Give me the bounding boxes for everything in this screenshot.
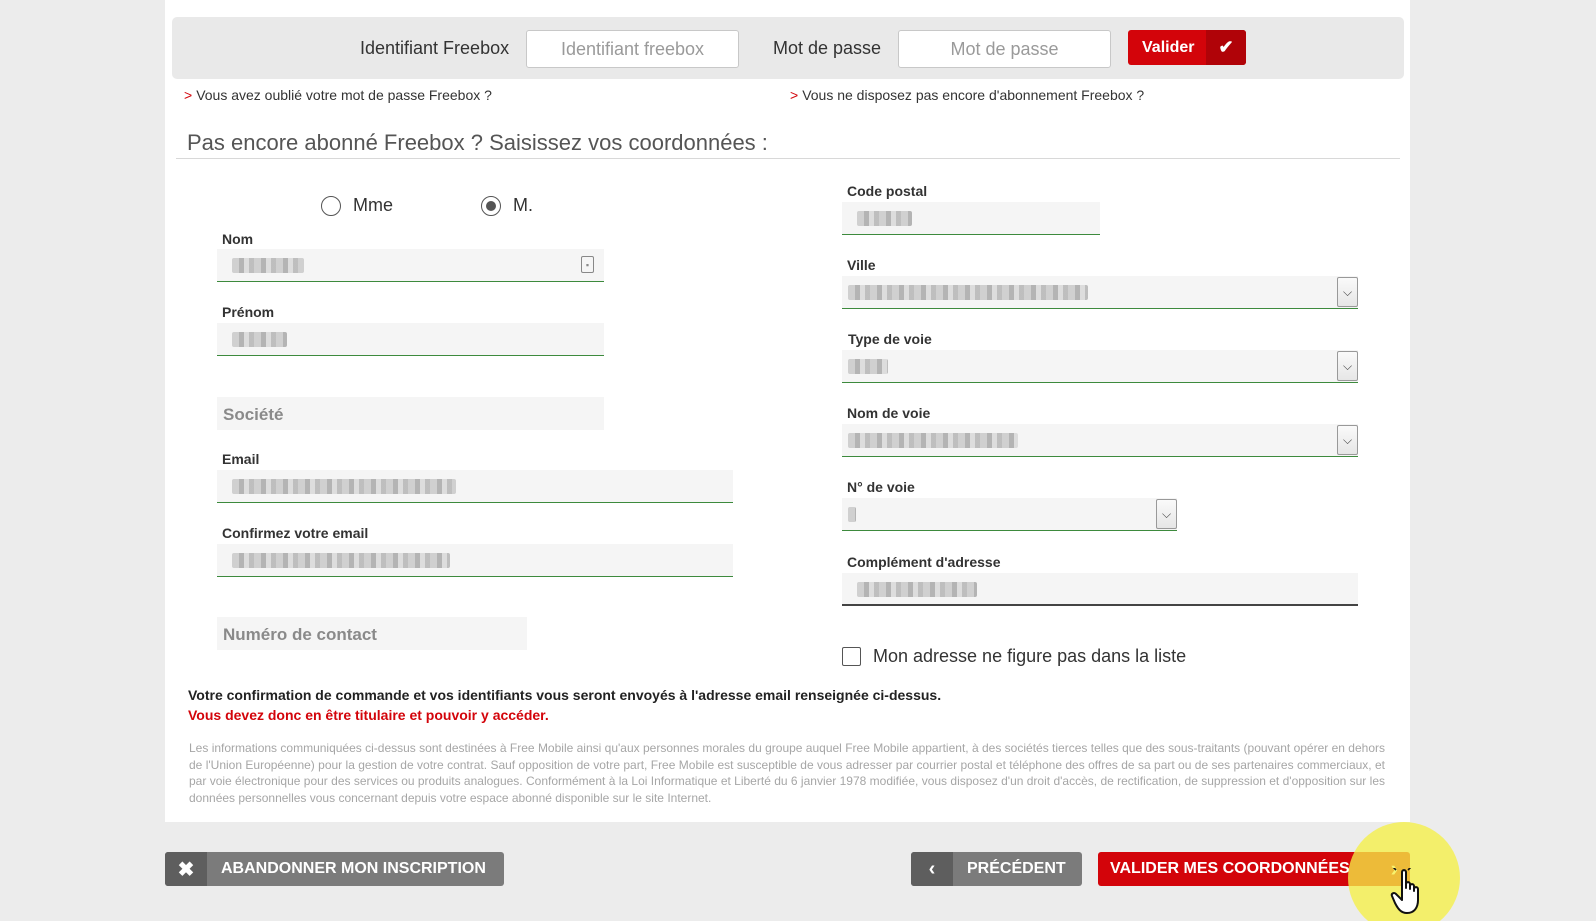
no-subscription-text: Vous ne disposez pas encore d'abonnement… [802, 87, 1145, 103]
redacted-value [848, 507, 856, 522]
num-voie-label: N° de voie [847, 479, 915, 495]
radio-mme[interactable]: Mme [321, 195, 393, 216]
contact-number-input[interactable]: Numéro de contact [217, 617, 527, 650]
section-divider [176, 158, 1400, 159]
redacted-value [232, 258, 304, 273]
type-voie-select[interactable]: ⌵ [842, 350, 1358, 383]
nom-voie-label: Nom de voie [847, 405, 931, 421]
chevron-right-icon: > [184, 87, 193, 103]
validate-coordinates-label: VALIDER MES COORDONNÉES [1110, 860, 1350, 877]
previous-label: PRÉCÉDENT [967, 860, 1066, 877]
radio-unchecked-icon [321, 195, 341, 216]
redacted-value [857, 582, 977, 597]
freebox-id-input[interactable] [526, 30, 739, 68]
nom-input[interactable]: ▪ [217, 249, 604, 282]
redacted-value [848, 285, 1088, 300]
legal-text: Les informations communiquées ci-dessus … [189, 741, 1385, 805]
contact-number-placeholder: Numéro de contact [223, 625, 377, 644]
login-submit-button[interactable]: Valider ✔ [1128, 30, 1246, 65]
redacted-value [848, 359, 888, 374]
contact-card-icon[interactable]: ▪ [581, 256, 594, 273]
redacted-value [232, 553, 450, 568]
checkmark-icon: ✔ [1206, 30, 1246, 65]
chevron-down-icon[interactable]: ⌵ [1337, 351, 1358, 381]
email-warning: Vous devez donc en être titulaire et pou… [188, 707, 549, 723]
redacted-value [848, 433, 1018, 448]
type-voie-label: Type de voie [848, 331, 932, 347]
forgot-password-text: Vous avez oublié votre mot de passe Free… [196, 87, 492, 103]
close-icon: ✖ [165, 852, 207, 886]
chevron-down-icon[interactable]: ⌵ [1337, 277, 1358, 307]
code-postal-label: Code postal [847, 183, 928, 199]
societe-placeholder: Société [223, 405, 284, 424]
checkbox-unchecked-icon [842, 647, 861, 666]
email-notice: Votre confirmation de commande et vos id… [188, 687, 942, 703]
num-voie-select[interactable]: ⌵ [842, 498, 1177, 531]
societe-input[interactable]: Société [217, 397, 604, 430]
confirm-email-input[interactable] [217, 544, 733, 577]
radio-m[interactable]: M. [481, 195, 533, 216]
ville-label: Ville [847, 257, 876, 273]
freebox-id-label: Identifiant Freebox [360, 38, 510, 58]
abandon-button[interactable]: ✖ ABANDONNER MON INSCRIPTION [165, 852, 504, 886]
abandon-label: ABANDONNER MON INSCRIPTION [221, 860, 486, 877]
no-subscription-link[interactable]: > Vous ne disposez pas encore d'abonnemen… [790, 87, 1144, 103]
complement-input[interactable] [842, 573, 1358, 606]
address-not-listed-checkbox[interactable]: Mon adresse ne figure pas dans la liste [842, 646, 1186, 667]
prenom-input[interactable] [217, 323, 604, 356]
ville-select[interactable]: ⌵ [842, 276, 1358, 309]
nom-label: Nom [222, 231, 254, 247]
redacted-value [857, 211, 912, 226]
address-not-listed-label: Mon adresse ne figure pas dans la liste [873, 646, 1187, 666]
redacted-value [232, 479, 456, 494]
complement-label: Complément d'adresse [847, 554, 1001, 570]
hand-cursor-icon [1390, 868, 1419, 914]
section-title: Pas encore abonné Freebox ? Saisissez vo… [187, 130, 768, 155]
radio-m-label: M. [513, 195, 533, 215]
forgot-password-link[interactable]: > Vous avez oublié votre mot de passe Fre… [184, 87, 492, 103]
radio-checked-icon [481, 195, 501, 216]
email-input[interactable] [217, 470, 733, 503]
radio-mme-label: Mme [353, 195, 393, 215]
confirm-email-label: Confirmez votre email [222, 525, 369, 541]
chevron-left-icon: ‹ [911, 852, 953, 886]
prenom-label: Prénom [222, 304, 275, 320]
chevron-down-icon[interactable]: ⌵ [1156, 499, 1177, 529]
chevron-down-icon[interactable]: ⌵ [1337, 425, 1358, 455]
password-input[interactable] [898, 30, 1111, 68]
login-submit-label: Valider [1142, 38, 1195, 56]
password-label: Mot de passe [773, 38, 882, 58]
email-label: Email [222, 451, 260, 467]
redacted-value [232, 332, 287, 347]
nom-voie-select[interactable]: ⌵ [842, 424, 1358, 457]
chevron-right-icon: > [790, 87, 799, 103]
code-postal-input[interactable] [842, 202, 1100, 235]
previous-button[interactable]: ‹ PRÉCÉDENT [911, 852, 1082, 886]
